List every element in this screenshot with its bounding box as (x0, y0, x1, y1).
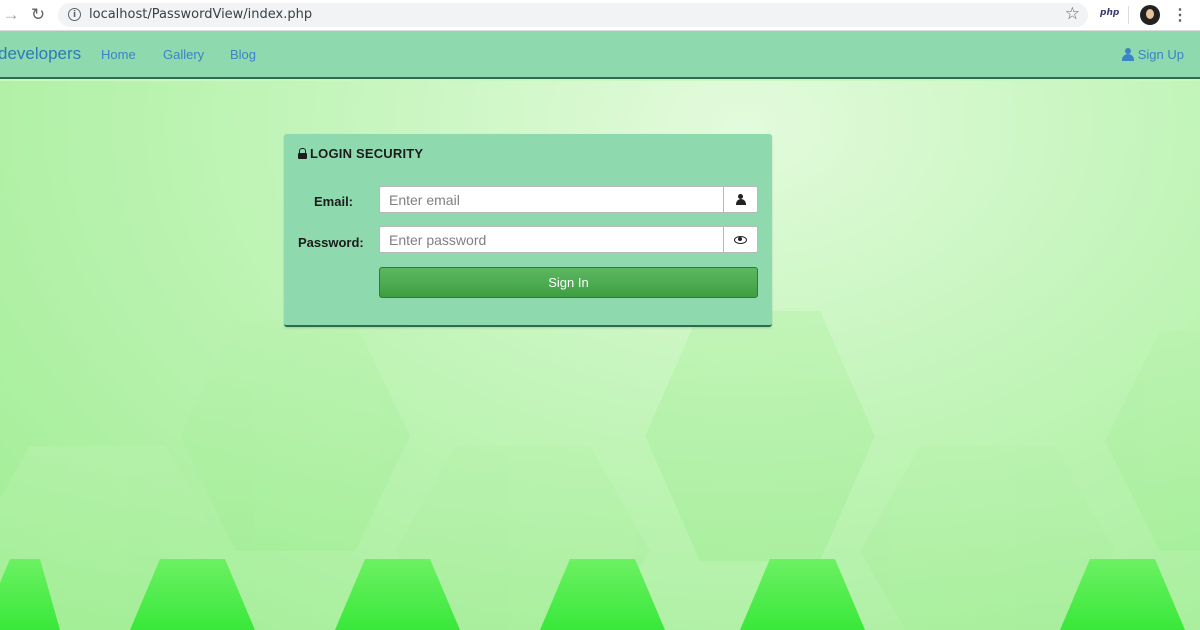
email-addon (723, 186, 758, 213)
nav-link-home[interactable]: Home (101, 47, 136, 62)
profile-avatar[interactable] (1140, 5, 1160, 25)
password-input-group (379, 226, 758, 253)
login-panel: LOGIN SECURITY Email: Password: Sign In (284, 134, 772, 327)
reload-icon[interactable]: ↻ (27, 5, 49, 25)
back-arrow-icon[interactable]: → (0, 5, 22, 25)
brand-link[interactable]: developers (0, 44, 81, 64)
user-icon (735, 194, 746, 205)
site-navbar: developers Home Gallery Blog Sign Up (0, 31, 1200, 79)
password-input[interactable] (379, 226, 723, 253)
show-password-toggle[interactable] (723, 226, 758, 253)
sign-up-link[interactable]: Sign Up (1121, 47, 1184, 62)
panel-title-text: LOGIN SECURITY (310, 146, 424, 161)
email-input-group (379, 186, 758, 213)
email-input[interactable] (379, 186, 723, 213)
lock-icon (298, 148, 307, 159)
kebab-menu-icon[interactable]: ⋮ (1172, 5, 1188, 25)
sign-up-label: Sign Up (1137, 47, 1184, 62)
php-extension-icon[interactable]: php (1100, 8, 1119, 18)
address-bar[interactable]: i localhost/PasswordView/index.php ☆ (58, 3, 1088, 27)
password-label: Password: (298, 235, 364, 250)
user-icon (1121, 48, 1134, 61)
info-icon[interactable]: i (68, 8, 81, 21)
panel-title: LOGIN SECURITY (298, 146, 423, 161)
eye-icon (734, 235, 747, 244)
browser-toolbar: → ↻ i localhost/PasswordView/index.php ☆… (0, 0, 1200, 31)
nav-link-blog[interactable]: Blog (230, 47, 256, 62)
nav-link-gallery[interactable]: Gallery (163, 47, 204, 62)
url-text[interactable]: localhost/PasswordView/index.php (89, 7, 312, 22)
sign-in-button[interactable]: Sign In (379, 267, 758, 298)
email-label: Email: (314, 194, 354, 209)
bookmark-star-icon[interactable]: ☆ (1065, 4, 1080, 24)
toolbar-divider (1128, 6, 1129, 24)
